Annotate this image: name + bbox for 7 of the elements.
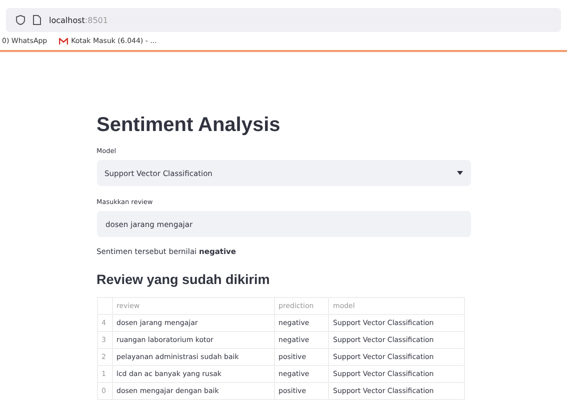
mail-icon — [59, 38, 68, 44]
page-icon — [33, 15, 41, 25]
section-title: Review yang sudah dikirim — [96, 272, 271, 287]
page-title: Sentiment Analysis — [96, 114, 282, 137]
caret-icon — [456, 171, 462, 175]
shield-icon — [16, 15, 25, 25]
url-text[interactable]: localhost:8501 — [49, 16, 108, 24]
